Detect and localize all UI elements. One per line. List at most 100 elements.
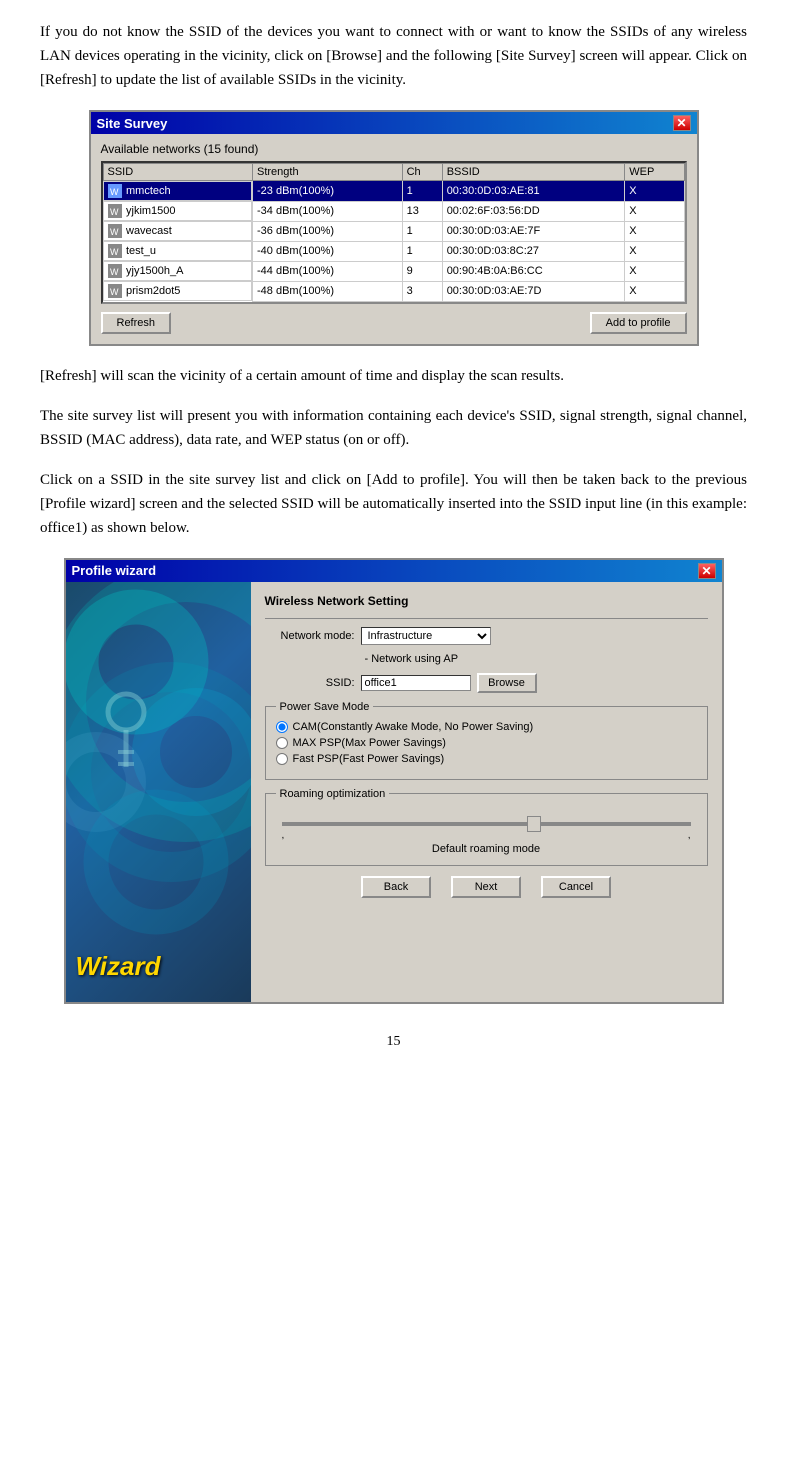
ssid-input[interactable] — [361, 675, 471, 691]
cell-ch: 1 — [402, 181, 442, 202]
profile-wizard-section: Profile wizard ✕ Wizard — [40, 558, 747, 1004]
site-survey-buttons: Refresh Add to profile — [101, 312, 687, 334]
network-icon: W — [108, 204, 122, 218]
profile-wizard-title: Profile wizard — [72, 563, 157, 578]
roaming-fieldset: Roaming optimization , , Default roaming… — [265, 788, 708, 866]
cell-bssid: 00:30:0D:03:AE:7D — [442, 281, 625, 301]
back-button[interactable]: Back — [361, 876, 431, 898]
slider-labels: , , — [282, 830, 691, 841]
cell-ch: 3 — [402, 281, 442, 301]
radio-max-psp[interactable] — [276, 737, 288, 749]
slider-container: , , Default roaming mode — [276, 808, 697, 855]
svg-text:W: W — [110, 227, 119, 237]
cell-ch: 1 — [402, 241, 442, 261]
cell-wep: X — [625, 241, 684, 261]
page-number: 15 — [40, 1034, 747, 1050]
after-refresh-paragraph: [Refresh] will scan the vicinity of a ce… — [40, 364, 747, 388]
slider-track — [282, 822, 691, 826]
cell-ssid: W prism2dot5 — [103, 281, 252, 301]
network-mode-label: Network mode: — [265, 630, 355, 642]
cell-bssid: 00:90:4B:0A:B6:CC — [442, 261, 625, 281]
wizard-decorative-svg — [66, 582, 251, 1002]
svg-text:W: W — [110, 207, 119, 217]
add-to-profile-button[interactable]: Add to profile — [590, 312, 687, 334]
radio-cam[interactable] — [276, 721, 288, 733]
wireless-network-setting-title: Wireless Network Setting — [265, 594, 708, 608]
cell-strength: -48 dBm(100%) — [253, 281, 403, 301]
col-ssid: SSID — [103, 164, 253, 181]
network-icon: W — [108, 264, 122, 278]
site-survey-info-paragraph: The site survey list will present you wi… — [40, 404, 747, 452]
svg-text:W: W — [110, 287, 119, 297]
profile-wizard-titlebar: Profile wizard ✕ — [66, 560, 722, 582]
table-row[interactable]: W test_u -40 dBm(100%) 1 00:30:0D:03:8C:… — [103, 241, 684, 261]
wizard-right-panel: Wireless Network Setting Network mode: I… — [251, 582, 722, 1002]
next-button[interactable]: Next — [451, 876, 521, 898]
available-networks-label: Available networks (15 found) — [101, 142, 687, 156]
cell-bssid: 00:30:0D:03:AE:7F — [442, 221, 625, 241]
slider-sublabel: Default roaming mode — [282, 843, 691, 855]
cell-bssid: 00:30:0D:03:8C:27 — [442, 241, 625, 261]
slider-right-label: , — [688, 830, 691, 841]
profile-wizard-close-button[interactable]: ✕ — [698, 563, 716, 579]
cell-strength: -23 dBm(100%) — [253, 181, 403, 202]
power-option-fast: Fast PSP(Fast Power Savings) — [276, 753, 697, 765]
radio-cam-label: CAM(Constantly Awake Mode, No Power Savi… — [293, 721, 534, 733]
network-icon: W — [108, 224, 122, 238]
svg-text:W: W — [110, 187, 119, 197]
cancel-button[interactable]: Cancel — [541, 876, 611, 898]
slider-left-label: , — [282, 830, 285, 841]
ssid-label: SSID: — [265, 677, 355, 689]
cell-ssid: W yjy1500h_A — [103, 261, 252, 281]
ssid-row: SSID: Browse — [265, 673, 708, 693]
cell-ssid: W test_u — [103, 241, 252, 261]
network-icon: W — [108, 244, 122, 258]
cell-wep: X — [625, 221, 684, 241]
cell-ch: 13 — [402, 201, 442, 221]
table-row[interactable]: W wavecast -36 dBm(100%) 1 00:30:0D:03:A… — [103, 221, 684, 241]
cell-strength: -34 dBm(100%) — [253, 201, 403, 221]
wizard-left-panel: Wizard — [66, 582, 251, 1002]
roaming-legend: Roaming optimization — [276, 788, 390, 800]
profile-wizard-body: Wizard Wireless Network Setting Network … — [66, 582, 722, 1002]
site-survey-close-button[interactable]: ✕ — [673, 115, 691, 131]
table-row[interactable]: W prism2dot5 -48 dBm(100%) 3 00:30:0D:03… — [103, 281, 684, 301]
table-row[interactable]: W mmctech -23 dBm(100%) 1 00:30:0D:03:AE… — [103, 181, 684, 202]
refresh-button[interactable]: Refresh — [101, 312, 172, 334]
network-icon: W — [108, 184, 122, 198]
cell-strength: -36 dBm(100%) — [253, 221, 403, 241]
slider-thumb[interactable] — [527, 816, 541, 832]
site-survey-dialog: Site Survey ✕ Available networks (15 fou… — [89, 110, 699, 346]
click-ssid-paragraph: Click on a SSID in the site survey list … — [40, 468, 747, 540]
power-option-cam: CAM(Constantly Awake Mode, No Power Savi… — [276, 721, 697, 733]
col-strength: Strength — [253, 164, 403, 181]
cell-ch: 1 — [402, 221, 442, 241]
site-survey-title: Site Survey — [97, 116, 168, 131]
cell-ssid: W wavecast — [103, 221, 252, 241]
svg-text:W: W — [110, 267, 119, 277]
cell-wep: X — [625, 201, 684, 221]
site-survey-titlebar: Site Survey ✕ — [91, 112, 697, 134]
browse-button[interactable]: Browse — [477, 673, 537, 693]
site-survey-body: Available networks (15 found) SSID Stren… — [91, 134, 697, 344]
power-option-max: MAX PSP(Max Power Savings) — [276, 737, 697, 749]
svg-text:W: W — [110, 247, 119, 257]
profile-wizard-dialog: Profile wizard ✕ Wizard — [64, 558, 724, 1004]
network-mode-select[interactable]: Infrastructure Ad-hoc — [361, 627, 491, 645]
cell-ch: 9 — [402, 261, 442, 281]
cell-bssid: 00:02:6F:03:56:DD — [442, 201, 625, 221]
table-row[interactable]: W yjy1500h_A -44 dBm(100%) 9 00:90:4B:0A… — [103, 261, 684, 281]
cell-ssid: W yjkim1500 — [103, 201, 252, 221]
radio-max-psp-label: MAX PSP(Max Power Savings) — [293, 737, 446, 749]
col-ch: Ch — [402, 164, 442, 181]
network-icon: W — [108, 284, 122, 298]
section-separator — [265, 618, 708, 619]
radio-fast-psp[interactable] — [276, 753, 288, 765]
table-row[interactable]: W yjkim1500 -34 dBm(100%) 13 00:02:6F:03… — [103, 201, 684, 221]
cell-strength: -40 dBm(100%) — [253, 241, 403, 261]
power-save-fieldset: Power Save Mode CAM(Constantly Awake Mod… — [265, 701, 708, 780]
networks-table: SSID Strength Ch BSSID WEP W mmctech — [103, 163, 685, 302]
wizard-brand-label: Wizard — [76, 951, 241, 982]
site-survey-section: Site Survey ✕ Available networks (15 fou… — [40, 110, 747, 346]
power-save-legend: Power Save Mode — [276, 701, 374, 713]
